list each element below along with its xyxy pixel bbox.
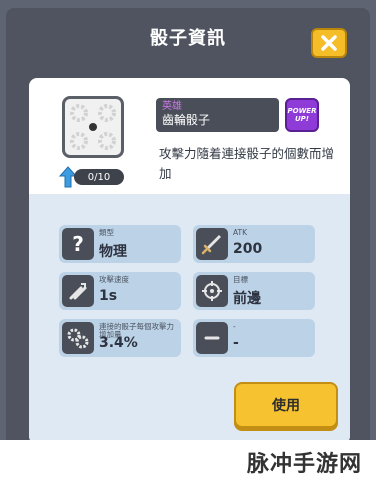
gear-decoration-icon	[70, 132, 88, 150]
question-icon: ?	[62, 228, 94, 260]
stat-value: 1s	[99, 288, 118, 304]
dice-level: 0/10	[74, 169, 124, 185]
dice-pip	[89, 123, 97, 131]
powerup-text: POWER	[287, 107, 317, 115]
gear-decoration-icon	[70, 104, 88, 122]
stat-type: ? 類型 物理	[59, 225, 181, 263]
close-icon	[321, 35, 337, 51]
stat-atk: ATK 200	[193, 225, 315, 263]
close-button[interactable]	[311, 28, 347, 58]
gear-dice-icon	[62, 96, 124, 158]
gears-icon	[62, 322, 94, 354]
sword-icon	[196, 228, 228, 260]
powerup-text: UP!	[294, 115, 309, 123]
dice-description: 攻擊力隨着連接骰子的個數而增加	[159, 146, 335, 181]
stat-value: -	[233, 335, 239, 351]
dice-info-panel: 0/10 英雄 齒輪骰子 POWER UP! 攻擊力隨着連接骰子的個數而增加 ?…	[29, 78, 350, 444]
gear-decoration-icon	[98, 132, 116, 150]
stat-value: 物理	[99, 244, 127, 260]
stat-label: -	[233, 322, 236, 331]
minus-icon	[196, 322, 228, 354]
dice-name-box: 英雄 齒輪骰子	[156, 98, 279, 132]
stat-empty: - -	[193, 319, 315, 357]
watermark: 脉冲手游网	[0, 440, 376, 483]
power-up-icon[interactable]: POWER UP!	[285, 98, 319, 132]
target-icon	[196, 275, 228, 307]
dice-name: 齒輪骰子	[162, 113, 211, 127]
stat-label: 類型	[99, 228, 114, 237]
use-button[interactable]: 使用	[234, 382, 338, 428]
gear-decoration-icon	[98, 104, 116, 122]
stat-value: 3.4%	[99, 335, 138, 351]
stat-target: 目標 前邊	[193, 272, 315, 310]
stat-label: 攻擊速度	[99, 275, 129, 284]
watermark-text: 脉冲手游网	[246, 452, 362, 477]
stat-gear-bonus: 連接的骰子每個攻擊力增加量 3.4%	[59, 319, 181, 357]
stat-value: 前邊	[233, 291, 261, 307]
stat-attack-speed: 攻擊速度 1s	[59, 272, 181, 310]
attack-speed-icon	[62, 275, 94, 307]
stat-value: 200	[233, 241, 263, 257]
stat-label: ATK	[233, 228, 248, 237]
stat-label: 目標	[233, 275, 248, 284]
dice-rarity: 英雄	[162, 101, 182, 112]
